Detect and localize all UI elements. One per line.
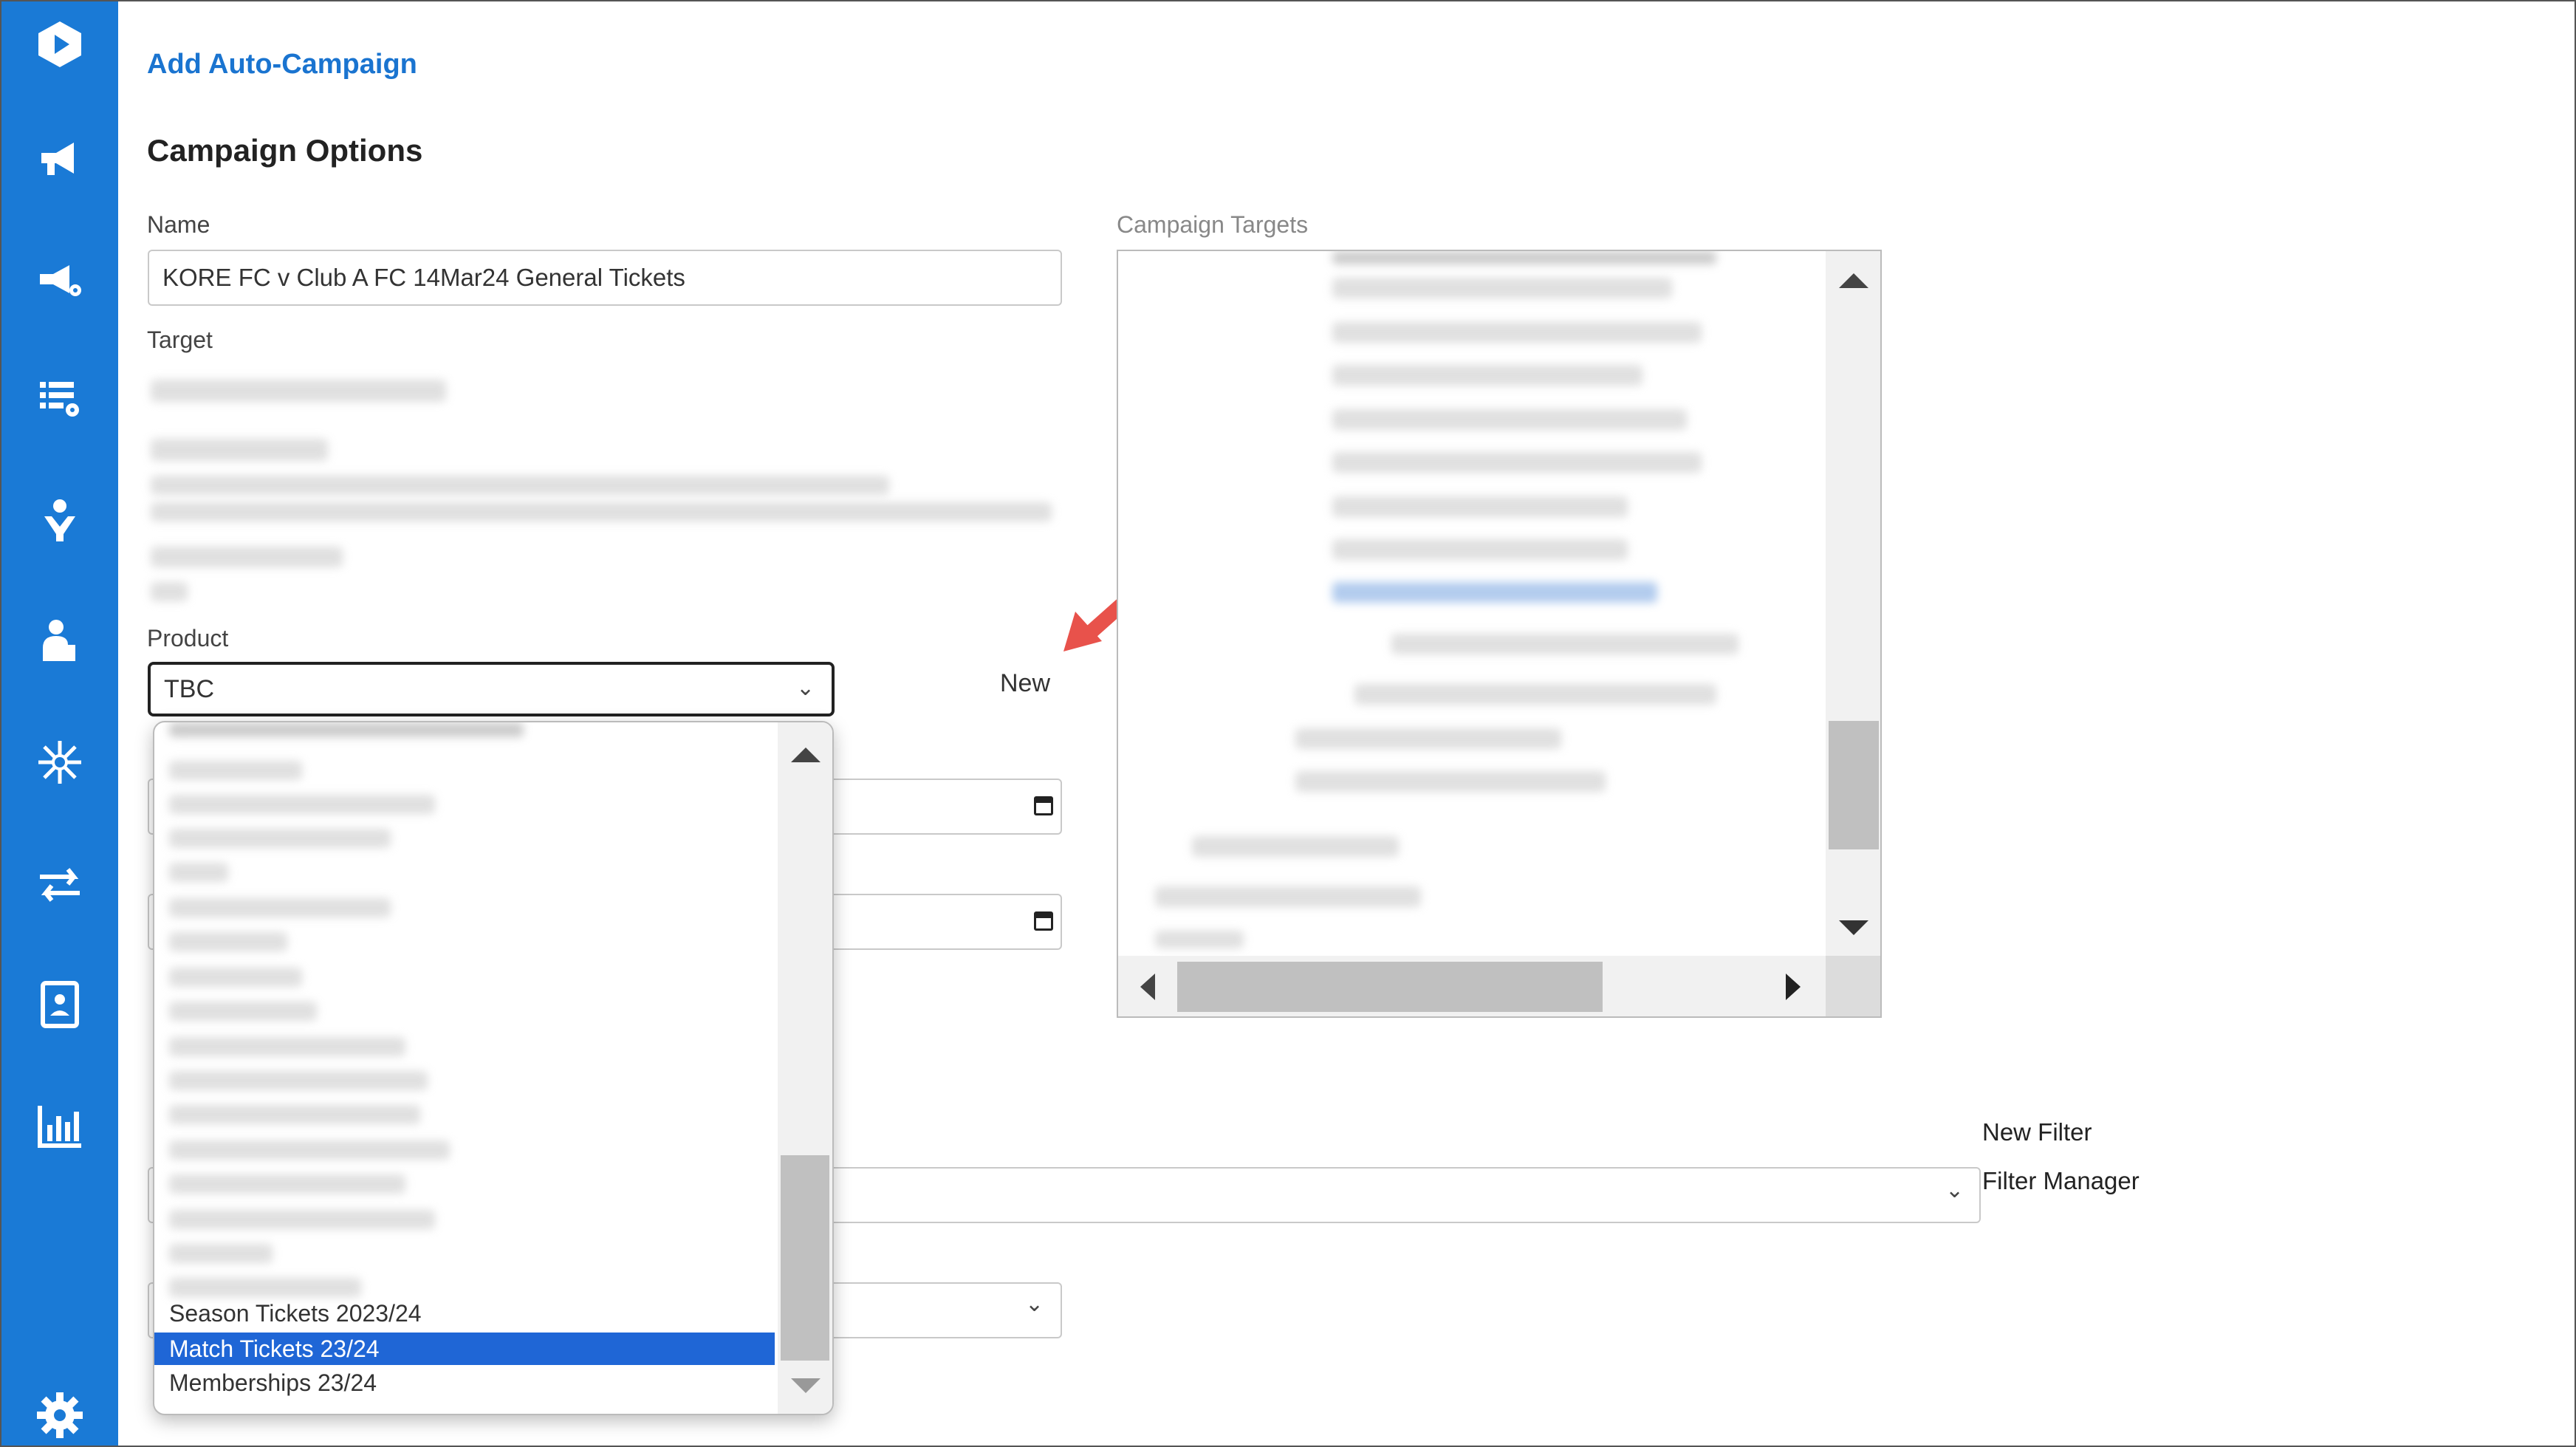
megaphone-icon[interactable] xyxy=(30,129,89,188)
list-settings-icon[interactable] xyxy=(30,368,89,427)
scroll-down-icon[interactable] xyxy=(791,1378,821,1393)
section-title: Campaign Options xyxy=(147,133,423,168)
new-product-link[interactable]: New xyxy=(1000,669,1050,698)
dropdown-option-match-tickets[interactable]: Match Tickets 23/24 xyxy=(154,1333,775,1365)
new-filter-link[interactable]: New Filter xyxy=(1982,1118,2092,1146)
list-item[interactable] xyxy=(169,1002,317,1021)
campaign-targets-tree[interactable] xyxy=(1117,250,1882,1018)
tree-item[interactable] xyxy=(1391,634,1739,654)
vertical-scrollbar[interactable] xyxy=(1826,251,1880,956)
chevron-down-icon: ⌄ xyxy=(1945,1178,1964,1203)
tree-item[interactable] xyxy=(1332,365,1642,386)
list-item[interactable] xyxy=(169,1140,450,1160)
tree-item[interactable] xyxy=(1332,278,1672,298)
blurred-field-value xyxy=(151,476,889,495)
tree-item[interactable] xyxy=(1332,539,1628,560)
list-item[interactable] xyxy=(169,1105,420,1124)
blurred-field-value xyxy=(151,502,1052,521)
list-item[interactable] xyxy=(169,761,302,780)
chevron-down-icon: ⌄ xyxy=(796,676,815,700)
list-item[interactable] xyxy=(169,1071,428,1090)
product-dropdown-list[interactable]: Season Tickets 2023/24 Match Tickets 23/… xyxy=(153,721,834,1415)
name-input[interactable]: KORE FC v Club A FC 14Mar24 General Tick… xyxy=(148,250,1062,306)
tree-item[interactable] xyxy=(1332,322,1702,343)
product-select[interactable]: TBC xyxy=(148,662,835,716)
page-title: Add Auto-Campaign xyxy=(147,49,417,80)
product-label: Product xyxy=(147,625,229,651)
list-item[interactable] xyxy=(169,898,391,917)
list-item[interactable] xyxy=(169,1174,405,1194)
list-item[interactable] xyxy=(169,863,228,882)
chevron-down-icon: ⌄ xyxy=(1025,1292,1044,1316)
list-item[interactable] xyxy=(169,829,391,848)
name-input-value: KORE FC v Club A FC 14Mar24 General Tick… xyxy=(162,264,685,291)
list-item[interactable] xyxy=(169,932,287,951)
blurred-field-label xyxy=(151,547,343,567)
dropdown-option-memberships[interactable]: Memberships 23/24 xyxy=(154,1366,775,1399)
list-item[interactable] xyxy=(169,1244,273,1263)
transfer-icon[interactable] xyxy=(30,855,89,914)
scrollbar-thumb[interactable] xyxy=(1177,962,1603,1012)
blurred-field-value xyxy=(151,582,188,601)
bar-chart-icon[interactable] xyxy=(30,1096,89,1155)
campaign-targets-label: Campaign Targets xyxy=(1117,211,1309,238)
target-label: Target xyxy=(147,326,213,353)
name-label: Name xyxy=(147,211,210,238)
tree-item[interactable] xyxy=(1295,728,1561,749)
logo-icon[interactable] xyxy=(30,15,89,74)
tree-item[interactable] xyxy=(1332,409,1687,430)
blurred-target-value xyxy=(151,380,446,402)
list-item[interactable] xyxy=(169,1037,405,1056)
calendar-icon[interactable] xyxy=(1034,796,1053,815)
scroll-right-icon[interactable] xyxy=(1786,974,1801,1000)
calendar-icon[interactable] xyxy=(1034,911,1053,931)
list-item[interactable] xyxy=(169,968,302,987)
tree-item[interactable] xyxy=(1332,251,1716,264)
gear-icon[interactable] xyxy=(30,1386,89,1445)
list-item[interactable] xyxy=(169,722,524,737)
tree-item[interactable] xyxy=(1192,836,1399,857)
blurred-field-label xyxy=(151,439,328,461)
list-item[interactable] xyxy=(169,1278,361,1297)
scroll-down-icon[interactable] xyxy=(1839,920,1868,935)
tree-item[interactable] xyxy=(1155,886,1421,907)
product-select-value: TBC xyxy=(164,674,214,703)
tree-item[interactable] xyxy=(1332,496,1628,517)
tree-item[interactable] xyxy=(1354,684,1716,705)
scroll-up-icon[interactable] xyxy=(791,748,821,762)
scroll-up-icon[interactable] xyxy=(1839,273,1868,288)
scroll-left-icon[interactable] xyxy=(1140,974,1155,1000)
network-settings-icon[interactable] xyxy=(30,733,89,792)
tree-item[interactable] xyxy=(1332,582,1657,603)
scrollbar-corner xyxy=(1826,956,1880,1016)
scrollbar-thumb[interactable] xyxy=(1829,721,1879,849)
contact-card-icon[interactable] xyxy=(30,975,89,1034)
scrollbar-thumb[interactable] xyxy=(781,1155,829,1361)
filter-manager-link[interactable]: Filter Manager xyxy=(1982,1167,2140,1195)
list-item[interactable] xyxy=(169,1210,435,1229)
user-desk-icon[interactable] xyxy=(30,612,89,671)
user-heart-icon[interactable] xyxy=(30,490,89,550)
dropdown-option-season-tickets[interactable]: Season Tickets 2023/24 xyxy=(154,1297,775,1330)
tree-item[interactable] xyxy=(1295,771,1606,792)
list-item[interactable] xyxy=(169,795,435,814)
megaphone-settings-icon[interactable] xyxy=(30,250,89,309)
sidebar xyxy=(1,1,118,1446)
tree-item[interactable] xyxy=(1332,452,1702,473)
tree-item[interactable] xyxy=(1155,931,1244,948)
